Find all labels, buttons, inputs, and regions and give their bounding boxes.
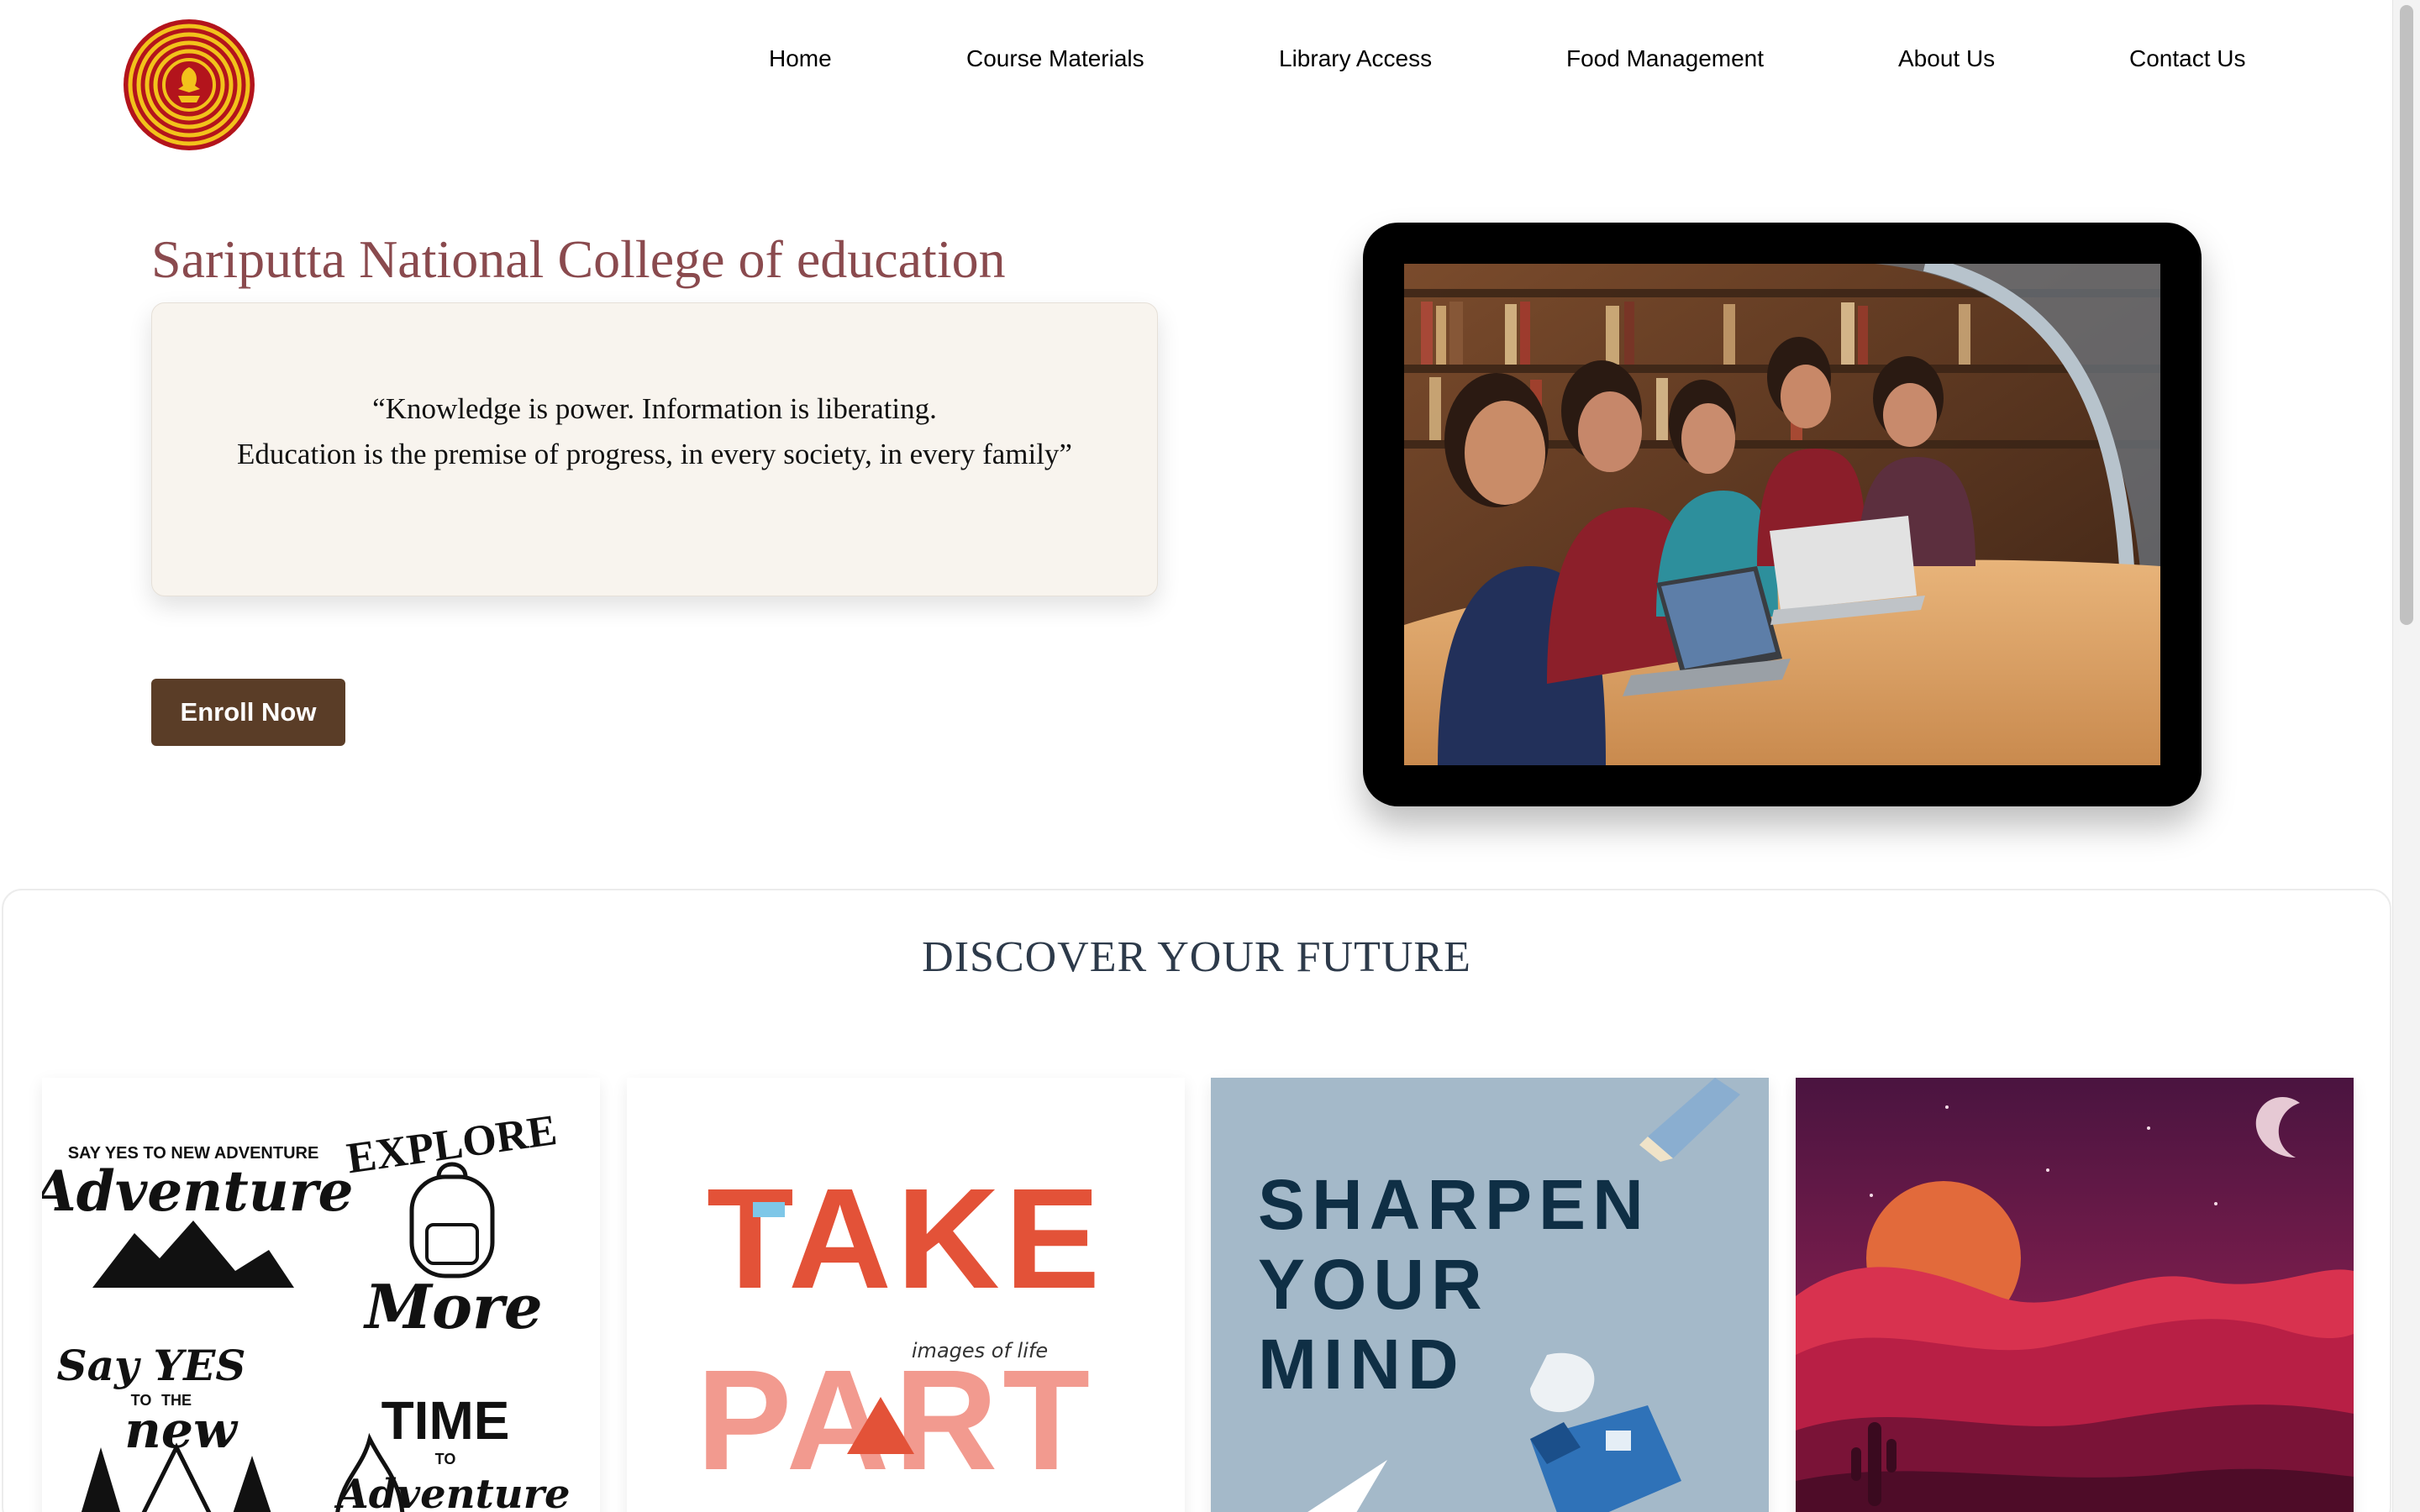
scrollbar-thumb[interactable] [2400, 5, 2413, 625]
hero-photo-frame [1363, 223, 2202, 806]
card3-text-2: YOUR [1258, 1245, 1489, 1324]
card1-text-10: TO [435, 1451, 456, 1467]
card2-accent [753, 1202, 785, 1217]
quote-box: “Knowledge is power. Information is libe… [151, 302, 1158, 596]
page: Home Course Materials Library Access Foo… [0, 0, 2393, 1512]
nav-home[interactable]: Home [769, 45, 832, 72]
card1-text-2: Adventure [42, 1158, 353, 1224]
card3-text-1: SHARPEN [1258, 1165, 1650, 1244]
discover-card-take-part[interactable]: TAKE PART images of life [627, 1078, 1185, 1512]
nav-contact-us[interactable]: Contact Us [2129, 45, 2246, 72]
discover-card-sunset[interactable] [1796, 1078, 2354, 1512]
nav-about-us[interactable]: About Us [1898, 45, 1995, 72]
hero-title: Sariputta National College of education [151, 229, 1006, 289]
main-nav: Home Course Materials Library Access Foo… [0, 45, 2393, 79]
card1-text-8: new [124, 1401, 239, 1460]
card1-text-11: Adventure [334, 1471, 570, 1512]
students-library-photo [1404, 264, 2160, 765]
card1-text-5: Say YES [57, 1341, 246, 1390]
card1-text-9: TIME [381, 1390, 510, 1451]
logo-emblem-icon [124, 19, 255, 150]
discover-card-adventure[interactable]: SAY YES TO NEW ADVENTURE Adventure EXPLO… [42, 1078, 600, 1512]
discover-title: DISCOVER YOUR FUTURE [922, 933, 1471, 981]
nav-course-materials[interactable]: Course Materials [966, 45, 1144, 72]
discover-card-sharpen-mind[interactable]: SHARPEN YOUR MIND [1211, 1078, 1769, 1512]
card1-text-4: More [362, 1271, 542, 1342]
card2-text-3: images of life [912, 1339, 1048, 1362]
college-logo[interactable] [123, 18, 255, 151]
card2-text-2: PART [697, 1341, 1095, 1500]
vertical-scrollbar[interactable] [2392, 0, 2420, 1512]
nav-library-access[interactable]: Library Access [1279, 45, 1432, 72]
enroll-now-button[interactable]: Enroll Now [151, 679, 345, 746]
nav-food-management[interactable]: Food Management [1566, 45, 1764, 72]
quote-line-1: “Knowledge is power. Information is libe… [372, 392, 937, 425]
card3-text-3: MIND [1258, 1325, 1465, 1404]
card2-text-1: TAKE [707, 1159, 1105, 1319]
quote-line-2: Education is the premise of progress, in… [237, 438, 1072, 470]
